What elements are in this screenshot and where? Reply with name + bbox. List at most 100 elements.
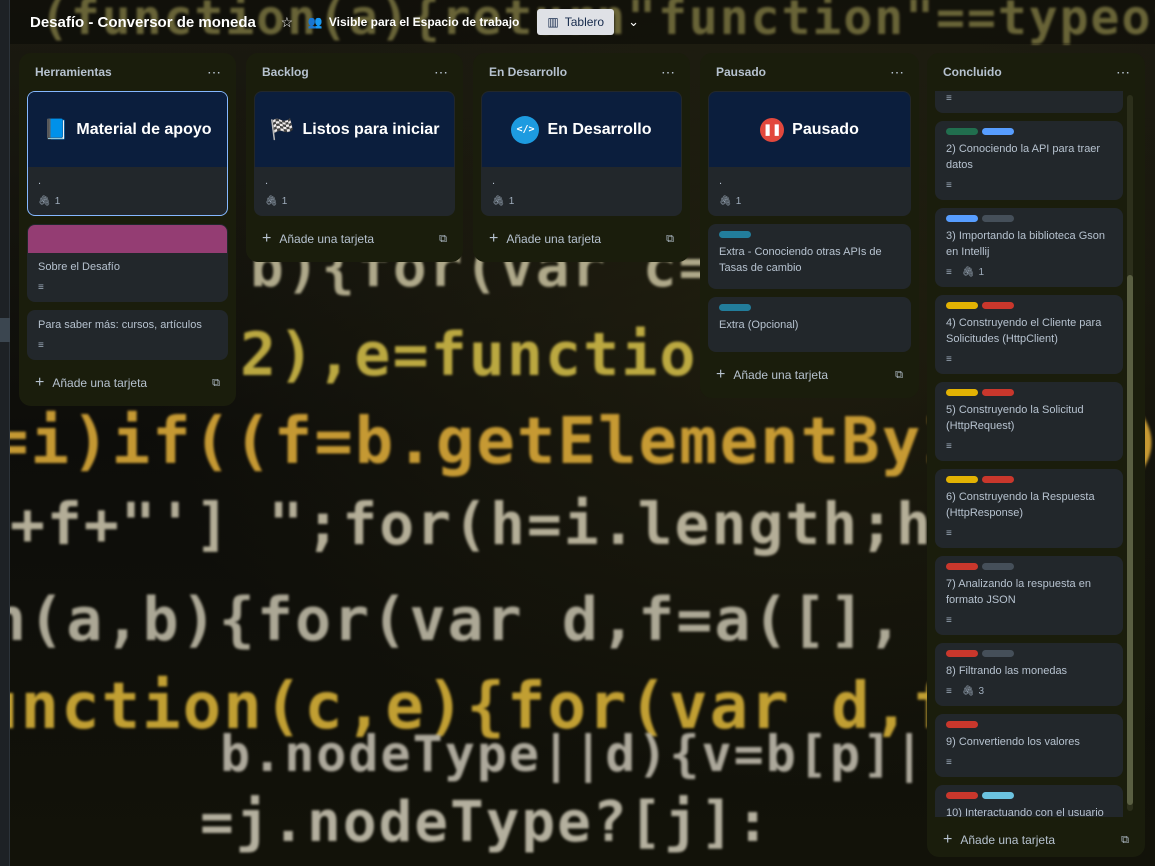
card-title: . bbox=[492, 175, 496, 187]
attachment-badge: 🖇 1 bbox=[492, 195, 515, 207]
card-title: 2) Conociendo la API para traer datos bbox=[946, 143, 1101, 171]
card-pausado[interactable]: ❚❚ Pausado . 🖇 1 bbox=[708, 91, 911, 216]
visibility-label: Visible para el Espacio de trabajo bbox=[328, 15, 520, 29]
add-card-button[interactable]: + Añade una tarjeta ⧉ bbox=[254, 224, 455, 254]
description-icon: ≡ bbox=[946, 756, 952, 768]
label-yellow bbox=[946, 302, 978, 309]
label-red bbox=[946, 792, 978, 799]
list-herramientas: Herramientas ⋯ 📘 Material de apoyo . 🖇 1 … bbox=[19, 53, 236, 406]
label-gray bbox=[982, 563, 1014, 570]
list-menu-icon[interactable]: ⋯ bbox=[661, 64, 676, 81]
plus-icon: + bbox=[943, 831, 953, 848]
board-view-button[interactable]: ▥ Tablero bbox=[537, 9, 615, 35]
label-teal bbox=[719, 231, 751, 238]
card-8[interactable]: 8) Filtrando las monedas ≡ 🖇 3 bbox=[935, 643, 1123, 706]
attachment-badge: 🖇 1 bbox=[961, 266, 985, 278]
plus-icon: + bbox=[35, 374, 45, 391]
label-red bbox=[946, 721, 978, 728]
card-extra-opcional[interactable]: Extra (Opcional) bbox=[708, 297, 911, 352]
card-title: 8) Filtrando las monedas bbox=[946, 665, 1068, 677]
card-cover bbox=[28, 225, 227, 253]
card-1-partial[interactable]: ≡ bbox=[935, 91, 1123, 113]
label-yellow bbox=[946, 476, 978, 483]
paperclip-icon: 🖇 bbox=[492, 195, 505, 207]
label-blue bbox=[982, 128, 1014, 135]
label-teal bbox=[719, 304, 751, 311]
label-green bbox=[946, 128, 978, 135]
template-icon[interactable]: ⧉ bbox=[212, 377, 220, 390]
list-title[interactable]: Pausado bbox=[716, 65, 766, 79]
card-10[interactable]: 10) Interactuando con el usuario ≡ bbox=[935, 785, 1123, 817]
visibility-button[interactable]: 👥 Visible para el Espacio de trabajo bbox=[308, 15, 519, 29]
list-title[interactable]: Herramientas bbox=[35, 65, 112, 79]
card-9[interactable]: 9) Convertiendo los valores ≡ bbox=[935, 714, 1123, 777]
paperclip-icon: 🖇 bbox=[961, 685, 975, 697]
card-title: Extra - Conociendo otras APIs de Tasas d… bbox=[719, 246, 882, 274]
template-icon[interactable]: ⧉ bbox=[895, 369, 903, 382]
board-view-label: Tablero bbox=[564, 15, 605, 29]
list-title[interactable]: Backlog bbox=[262, 65, 309, 79]
board-title[interactable]: Desafío - Conversor de moneda bbox=[30, 14, 256, 31]
people-icon: 👥 bbox=[307, 15, 323, 29]
label-red bbox=[982, 389, 1014, 396]
book-icon: 📘 bbox=[43, 119, 69, 141]
paperclip-icon: 🖇 bbox=[38, 195, 51, 207]
card-sobre-el-desafio[interactable]: Sobre el Desafío ≡ bbox=[27, 224, 228, 302]
chevron-down-icon[interactable]: ⌄ bbox=[628, 14, 639, 30]
card-material-de-apoyo[interactable]: 📘 Material de apoyo . 🖇 1 bbox=[27, 91, 228, 216]
bg-code-line: =j.nodeType?[j]: bbox=[200, 790, 772, 855]
list-title[interactable]: Concluido bbox=[943, 65, 1002, 79]
card-title: 7) Analizando la respuesta en formato JS… bbox=[946, 578, 1091, 606]
card-para-saber-mas[interactable]: Para saber más: cursos, artículos ≡ bbox=[27, 310, 228, 360]
cover-title: Material de apoyo bbox=[76, 120, 212, 138]
template-icon[interactable]: ⧉ bbox=[666, 233, 674, 246]
card-title: . bbox=[265, 175, 269, 187]
attachment-badge: 🖇 3 bbox=[961, 685, 985, 697]
checkered-flag-icon: 🏁 bbox=[269, 119, 295, 141]
card-en-desarrollo[interactable]: </> En Desarrollo . 🖇 1 bbox=[481, 91, 682, 216]
card-5[interactable]: 5) Construyendo la Solicitud (HttpReques… bbox=[935, 382, 1123, 461]
label-blue bbox=[946, 215, 978, 222]
bg-code-line: n(a,b){for(var d,f=a([], bbox=[0, 585, 905, 655]
card-cover: 🏁 Listos para iniciar bbox=[255, 92, 454, 167]
card-cover: </> En Desarrollo bbox=[482, 92, 681, 167]
add-card-button[interactable]: + Añade una tarjeta ⧉ bbox=[708, 360, 911, 390]
paperclip-icon: 🖇 bbox=[961, 266, 975, 278]
label-red bbox=[982, 302, 1014, 309]
list-menu-icon[interactable]: ⋯ bbox=[1116, 64, 1131, 81]
scrollbar-thumb[interactable] bbox=[1127, 275, 1133, 805]
list-menu-icon[interactable]: ⋯ bbox=[890, 64, 905, 81]
template-icon[interactable]: ⧉ bbox=[1121, 834, 1129, 847]
template-icon[interactable]: ⧉ bbox=[439, 233, 447, 246]
description-icon: ≡ bbox=[946, 527, 952, 539]
add-card-button[interactable]: + Añade una tarjeta ⧉ bbox=[481, 224, 682, 254]
star-icon[interactable]: ☆ bbox=[276, 11, 298, 33]
cover-title: Listos para iniciar bbox=[302, 120, 440, 138]
card-title: . bbox=[719, 175, 723, 187]
card-2[interactable]: 2) Conociendo la API para traer datos ≡ bbox=[935, 121, 1123, 200]
list-menu-icon[interactable]: ⋯ bbox=[207, 64, 222, 81]
card-title: 9) Convertiendo los valores bbox=[946, 736, 1080, 748]
card-listos-para-iniciar[interactable]: 🏁 Listos para iniciar . 🖇 1 bbox=[254, 91, 455, 216]
list-title[interactable]: En Desarrollo bbox=[489, 65, 567, 79]
label-yellow bbox=[946, 389, 978, 396]
board-icon: ▥ bbox=[547, 15, 559, 29]
card-6[interactable]: 6) Construyendo la Respuesta (HttpRespon… bbox=[935, 469, 1123, 548]
list-backlog: Backlog ⋯ 🏁 Listos para iniciar . 🖇 1 + Añ… bbox=[246, 53, 463, 262]
left-sidebar-edge bbox=[0, 0, 10, 866]
card-extra-apis[interactable]: Extra - Conociendo otras APIs de Tasas d… bbox=[708, 224, 911, 289]
add-card-button[interactable]: + Añade una tarjeta ⧉ bbox=[935, 825, 1137, 855]
card-title: 3) Importando la biblioteca Gson en Inte… bbox=[946, 230, 1105, 258]
list-menu-icon[interactable]: ⋯ bbox=[434, 64, 449, 81]
description-icon: ≡ bbox=[946, 353, 952, 365]
concluido-card-scroll[interactable]: ≡ 2) Conociendo la API para traer datos … bbox=[935, 91, 1137, 817]
card-title: 5) Construyendo la Solicitud (HttpReques… bbox=[946, 404, 1084, 432]
card-4[interactable]: 4) Construyendo el Cliente para Solicitu… bbox=[935, 295, 1123, 374]
add-card-button[interactable]: + Añade una tarjeta ⧉ bbox=[27, 368, 228, 398]
list-pausado: Pausado ⋯ ❚❚ Pausado . 🖇 1 Extra - Conoci… bbox=[700, 53, 919, 398]
card-title: 4) Construyendo el Cliente para Solicitu… bbox=[946, 317, 1102, 345]
card-7[interactable]: 7) Analizando la respuesta en formato JS… bbox=[935, 556, 1123, 635]
label-gray bbox=[982, 215, 1014, 222]
card-3[interactable]: 3) Importando la biblioteca Gson en Inte… bbox=[935, 208, 1123, 287]
list-scrollbar[interactable] bbox=[1127, 95, 1133, 811]
